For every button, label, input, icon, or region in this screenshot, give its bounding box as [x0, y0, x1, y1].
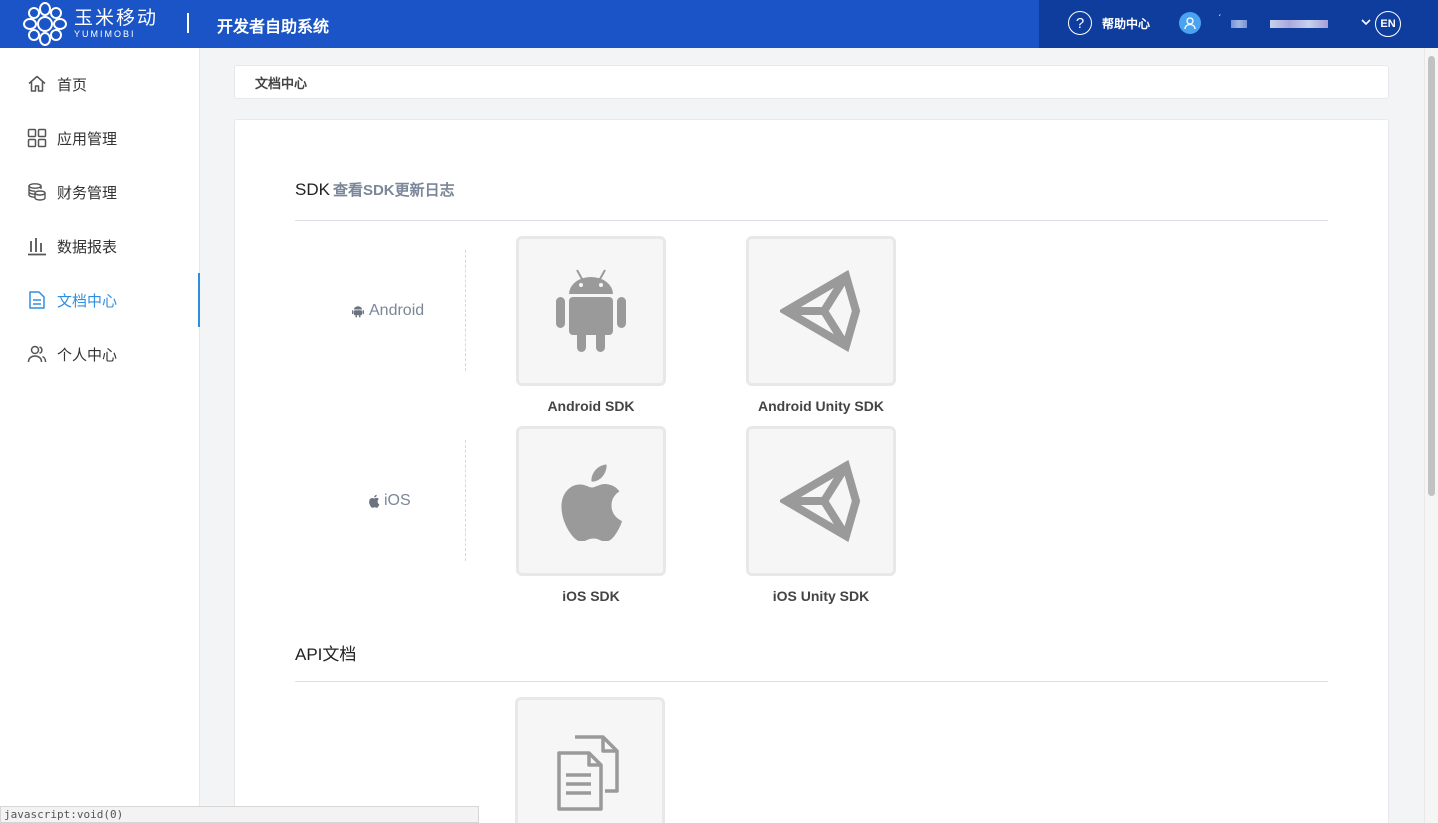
android-sdk-card[interactable] — [516, 236, 666, 386]
platform-label-android: Android — [351, 302, 424, 320]
blurred-username — [1231, 20, 1247, 28]
sidebar-item-home[interactable]: 首页 — [0, 57, 200, 111]
blurred-account — [1270, 20, 1328, 28]
logo-flower-icon — [23, 2, 67, 46]
sidebar-item-apps[interactable]: 应用管理 — [0, 111, 200, 165]
ios-unity-sdk-label[interactable]: iOS Unity SDK — [731, 588, 911, 604]
sidebar-item-label: 个人中心 — [57, 346, 118, 364]
platform-name: Android — [369, 302, 425, 319]
sidebar-item-profile[interactable]: 个人中心 — [0, 327, 200, 381]
android-row-divider — [465, 250, 466, 371]
android-unity-sdk-card[interactable] — [746, 236, 896, 386]
sidebar-item-finance[interactable]: 财务管理 — [0, 165, 200, 219]
breadcrumb-current: 文档中心 — [255, 75, 308, 91]
apple-logo-icon — [561, 464, 622, 541]
android-unity-sdk-label[interactable]: Android Unity SDK — [731, 398, 911, 414]
api-section-divider — [295, 681, 1328, 682]
language-toggle[interactable]: EN — [1375, 11, 1401, 37]
api-doc-card[interactable] — [515, 697, 665, 823]
android-sdk-label[interactable]: Android SDK — [501, 398, 681, 414]
question-icon: ? — [1068, 11, 1092, 35]
username-mark: ˊ — [1218, 14, 1222, 25]
user-group-icon — [26, 343, 48, 365]
platform-name: iOS — [384, 492, 411, 509]
apps-grid-icon — [26, 127, 48, 149]
platform-label-ios: iOS — [367, 492, 411, 510]
api-section-title: API文档 — [295, 645, 357, 664]
unity-logo-icon — [780, 460, 861, 542]
top-header: 玉米移动 YUMIMOBI 开发者自助系统 ? 帮助中心 ˊ EN — [0, 0, 1438, 48]
browser-status-bar: javascript:void(0) — [0, 806, 479, 823]
logo-en-text: YUMIMOBI — [74, 29, 136, 39]
help-center-label: 帮助中心 — [1102, 16, 1151, 31]
sidebar-item-docs[interactable]: 文档中心 — [0, 273, 200, 327]
user-avatar[interactable] — [1179, 12, 1201, 34]
user-icon — [1179, 12, 1201, 34]
ios-sdk-label[interactable]: iOS SDK — [501, 588, 681, 604]
sidebar: 首页 应用管理 财务管理 数据报表 文档中心 个人中心 — [0, 48, 200, 823]
breadcrumb: 文档中心 — [234, 65, 1389, 99]
system-title: 开发者自助系统 — [217, 19, 330, 36]
scrollbar-thumb[interactable] — [1428, 56, 1435, 496]
logo-cn-text: 玉米移动 — [74, 8, 159, 29]
sidebar-item-label: 数据报表 — [57, 238, 118, 256]
logo[interactable]: 玉米移动 YUMIMOBI — [22, 2, 158, 46]
page-scrollbar[interactable] — [1424, 48, 1438, 823]
sdk-section-divider — [295, 220, 1328, 221]
help-center-link[interactable]: ? 帮助中心 — [1068, 11, 1150, 35]
documents-icon — [557, 735, 619, 811]
home-icon — [26, 73, 48, 95]
apple-small-icon — [369, 494, 380, 508]
ios-sdk-card[interactable] — [516, 426, 666, 576]
android-robot-icon — [556, 269, 626, 352]
ios-row-divider — [465, 440, 466, 561]
ios-unity-sdk-card[interactable] — [746, 426, 896, 576]
sdk-changelog-link[interactable]: 查看SDK更新日志 — [333, 182, 455, 199]
sidebar-item-label: 首页 — [57, 76, 88, 94]
sidebar-item-label: 财务管理 — [57, 184, 118, 202]
android-small-icon — [352, 306, 364, 318]
document-icon — [26, 289, 48, 311]
header-divider — [187, 13, 189, 33]
sdk-title-text: SDK — [295, 180, 330, 199]
sdk-section-title: SDK 查看SDK更新日志 — [295, 179, 455, 200]
coins-icon — [26, 181, 48, 203]
sidebar-item-reports[interactable]: 数据报表 — [0, 219, 200, 273]
bar-chart-icon — [26, 235, 48, 257]
sidebar-item-label: 应用管理 — [57, 130, 118, 148]
unity-logo-icon — [780, 270, 861, 352]
sidebar-item-label: 文档中心 — [57, 292, 118, 310]
chevron-down-icon[interactable] — [1360, 16, 1372, 28]
